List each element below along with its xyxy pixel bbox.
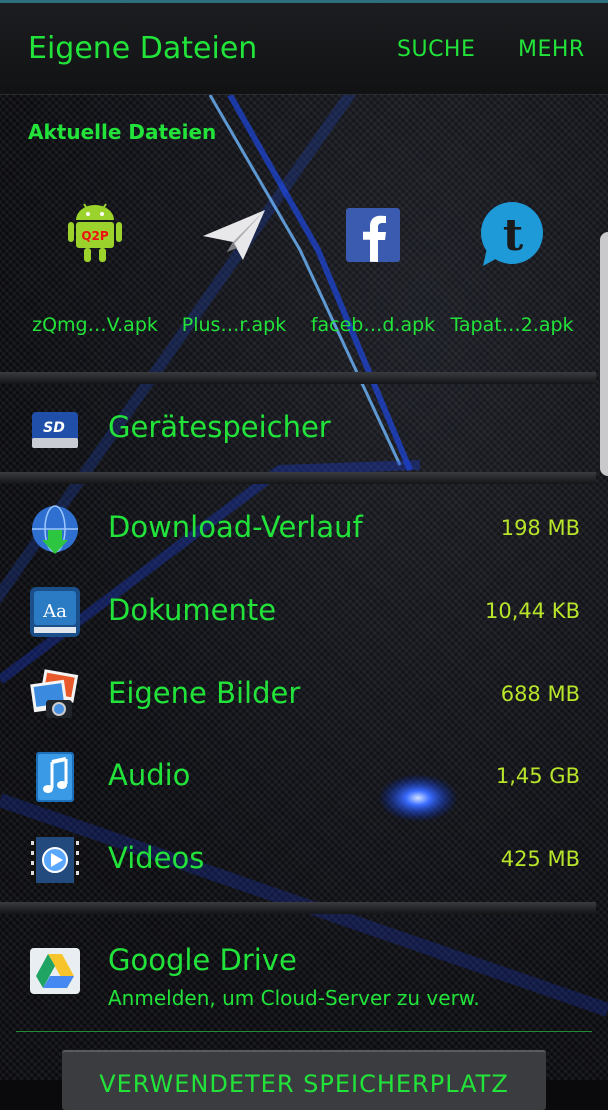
- category-documents[interactable]: Aa Dokumente 10,44 KB: [0, 573, 596, 653]
- google-drive-icon: [28, 944, 82, 998]
- recent-file-name: Tapat…2.apk: [450, 314, 574, 336]
- section-divider: [0, 372, 596, 384]
- photos-icon: [28, 668, 82, 722]
- edge-panel-handle[interactable]: [600, 232, 608, 476]
- category-label: Eigene Bilder: [108, 676, 301, 710]
- recent-file-name: zQmg…V.apk: [32, 314, 158, 336]
- video-play-icon: [28, 833, 82, 887]
- q2p-android-icon: Q2P: [60, 200, 130, 270]
- category-audio[interactable]: Audio 1,45 GB: [0, 738, 596, 818]
- recent-file-item[interactable]: faceb…d.apk: [303, 200, 443, 336]
- category-label: Download-Verlauf: [108, 510, 363, 544]
- recent-file-item[interactable]: t Tapat…2.apk: [442, 200, 582, 336]
- section-divider: [0, 902, 596, 914]
- facebook-icon: [338, 200, 408, 270]
- svg-text:t: t: [503, 210, 524, 261]
- document-aa-icon: Aa: [28, 585, 82, 639]
- category-pictures[interactable]: Eigene Bilder 688 MB: [0, 656, 596, 736]
- category-download-history[interactable]: Download-Verlauf 198 MB: [0, 490, 596, 570]
- used-storage-label: VERWENDETER SPEICHERPLATZ: [99, 1070, 509, 1098]
- search-button[interactable]: SUCHE: [397, 37, 475, 62]
- svg-text:Aa: Aa: [42, 601, 67, 622]
- category-videos[interactable]: Videos 425 MB: [0, 821, 596, 901]
- app-bar: Eigene Dateien SUCHE MEHR: [0, 0, 608, 95]
- app-title: Eigene Dateien: [28, 31, 258, 66]
- recent-file-name: faceb…d.apk: [310, 314, 436, 336]
- used-storage-button[interactable]: VERWENDETER SPEICHERPLATZ: [62, 1050, 546, 1110]
- category-size: 688 MB: [500, 682, 580, 706]
- category-label: Dokumente: [108, 593, 277, 627]
- category-size: 198 MB: [500, 516, 580, 540]
- recent-files-heading: Aktuelle Dateien: [28, 120, 217, 144]
- footer-divider: [16, 1031, 592, 1032]
- category-size: 425 MB: [500, 847, 580, 871]
- more-button[interactable]: MEHR: [518, 37, 585, 62]
- music-note-icon: [28, 750, 82, 804]
- sd-card-icon: SD: [28, 402, 82, 456]
- svg-text:Q2P: Q2P: [81, 229, 109, 243]
- category-size: 1,45 GB: [495, 764, 580, 788]
- recent-file-name: Plus…r.apk: [181, 314, 287, 336]
- paper-plane-icon: [199, 200, 269, 270]
- device-storage-item[interactable]: SD Gerätespeicher: [0, 390, 596, 470]
- globe-download-icon: [28, 502, 82, 556]
- google-drive-item[interactable]: Google Drive Anmelden, um Cloud-Server z…: [0, 930, 596, 1025]
- tapatalk-icon: t: [477, 200, 547, 270]
- section-divider: [0, 472, 596, 484]
- svg-text:SD: SD: [43, 420, 65, 436]
- category-size: 10,44 KB: [485, 599, 580, 623]
- device-storage-label: Gerätespeicher: [108, 410, 331, 444]
- category-label: Videos: [108, 841, 205, 875]
- recent-file-item[interactable]: Plus…r.apk: [164, 200, 304, 336]
- google-drive-title: Google Drive: [108, 943, 297, 977]
- category-label: Audio: [108, 758, 191, 792]
- google-drive-subtitle: Anmelden, um Cloud-Server zu verw.: [108, 986, 480, 1010]
- recent-file-item[interactable]: Q2P zQmg…V.apk: [25, 200, 165, 336]
